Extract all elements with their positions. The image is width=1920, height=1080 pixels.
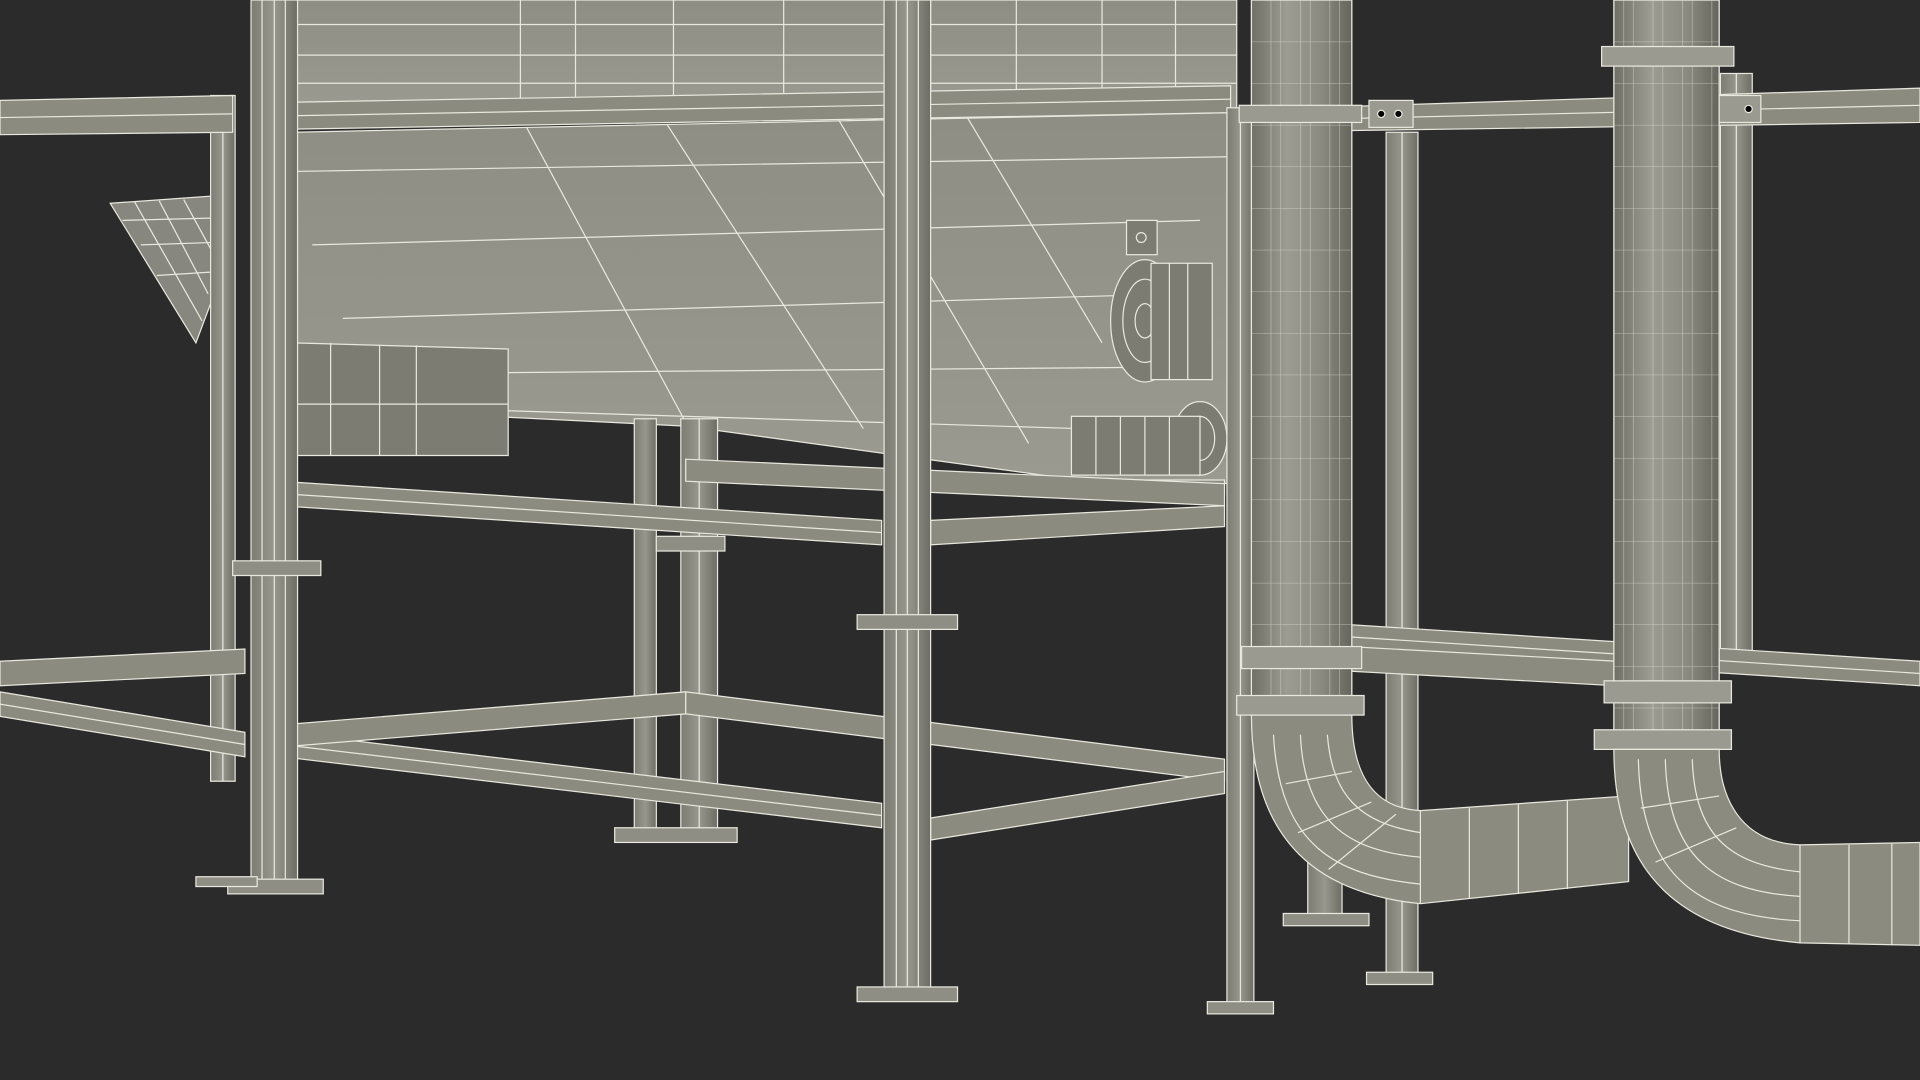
- hopper-bin: [268, 0, 1238, 485]
- side-chute: [109, 195, 215, 345]
- vertical-pipe-left: [1236, 0, 1365, 716]
- render-viewport: [0, 0, 1920, 1080]
- wireframe-scene: [0, 0, 1920, 1015]
- pipe-elbow-right: [1613, 748, 1920, 946]
